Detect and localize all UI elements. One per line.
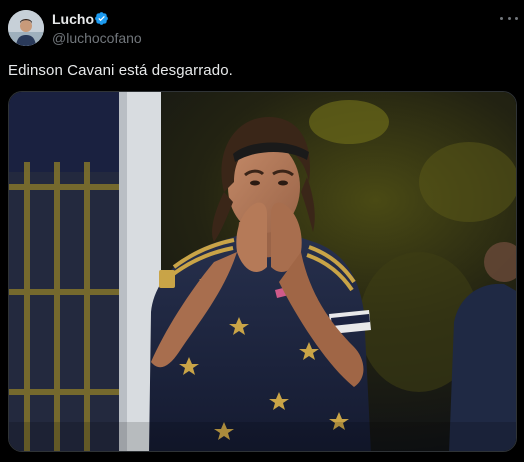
tweet-card: Lucho @luchocofano Edinson Cavani está d… [0, 0, 524, 462]
verified-badge-icon [94, 11, 109, 26]
more-options-icon[interactable] [500, 11, 518, 25]
author-handle[interactable]: @luchocofano [52, 30, 142, 46]
author-display-name[interactable]: Lucho [52, 11, 94, 27]
tweet-text: Edinson Cavani está desgarrado. [8, 62, 233, 79]
tweet-media-photo[interactable]: betsson [8, 91, 517, 452]
avatar[interactable] [8, 10, 44, 46]
